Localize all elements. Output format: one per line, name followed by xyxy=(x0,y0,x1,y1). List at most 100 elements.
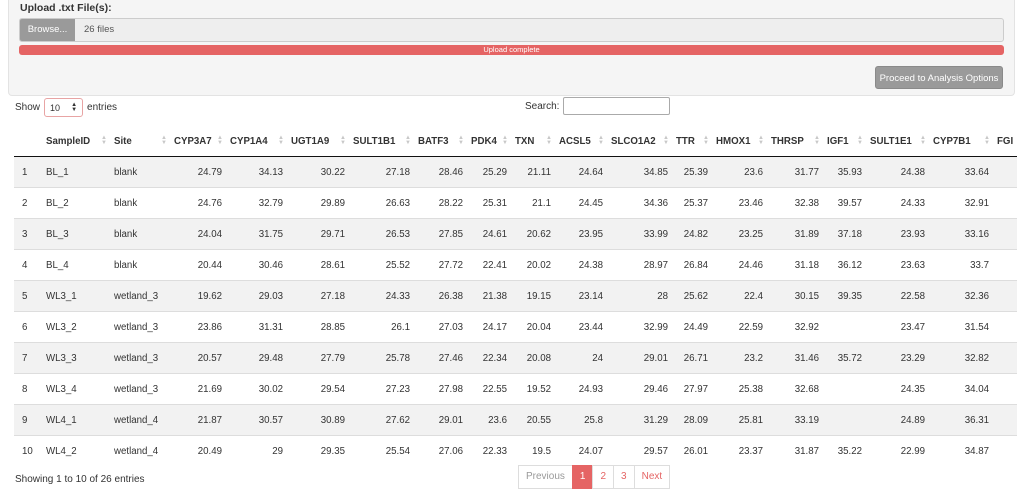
table-cell: 27.98 xyxy=(414,373,467,405)
sort-arrows-icon: ▲ ▼ xyxy=(546,135,552,146)
column-header[interactable]: BATF3 ▲ ▼ xyxy=(414,126,467,157)
column-header[interactable]: SampleID ▲ ▼ xyxy=(42,126,110,157)
table-cell xyxy=(823,404,866,436)
column-header[interactable]: Site ▲ ▼ xyxy=(110,126,170,157)
table-cell: 27.23 xyxy=(349,373,414,405)
column-header-label: Site xyxy=(114,135,132,147)
table-cell: 27.97 xyxy=(672,373,712,405)
table-cell: 25.81 xyxy=(712,404,767,436)
table-cell xyxy=(823,311,866,343)
sort-arrows-icon: ▲ ▼ xyxy=(663,135,669,146)
table-cell: 19.52 xyxy=(511,373,555,405)
table-cell: 35.22 xyxy=(823,435,866,466)
table-cell: 32.38 xyxy=(767,187,823,219)
table-row: 1 BL_1 blank 24.79 34.13 30.22 27.18 28.46 25.29… xyxy=(14,156,1018,188)
table-cell: WL3_3 xyxy=(42,342,110,374)
file-input[interactable]: Browse... 26 files xyxy=(19,18,1004,42)
table-cell: 37.18 xyxy=(823,218,866,250)
column-header[interactable]: IGF1 ▲ ▼ xyxy=(823,126,866,157)
column-header[interactable]: THRSP ▲ ▼ xyxy=(767,126,823,157)
table-cell: 32.99 xyxy=(607,311,672,343)
table-cell: 24.33 xyxy=(866,187,929,219)
table-cell: 24.64 xyxy=(555,156,607,188)
table-cell: 24.46 xyxy=(712,249,767,281)
table-cell: 27.62 xyxy=(349,404,414,436)
table-cell: 24.79 xyxy=(170,156,226,188)
table-cell: 36.12 xyxy=(823,249,866,281)
table-cell: 31.18 xyxy=(767,249,823,281)
column-header[interactable]: ACSL5 ▲ ▼ xyxy=(555,126,607,157)
browse-button[interactable]: Browse... xyxy=(20,19,75,41)
column-header[interactable]: UGT1A9 ▲ ▼ xyxy=(287,126,349,157)
table-cell: blank xyxy=(110,218,170,250)
table-info: Showing 1 to 10 of 26 entries xyxy=(15,474,145,485)
table-cell: 29.03 xyxy=(226,280,287,312)
column-header xyxy=(14,126,42,157)
column-header[interactable]: CYP1A4 ▲ ▼ xyxy=(226,126,287,157)
column-header-label: UGT1A9 xyxy=(291,135,330,147)
column-header[interactable]: SULT1E1 ▲ ▼ xyxy=(866,126,929,157)
table-cell: 24.04 xyxy=(170,218,226,250)
search-input[interactable] xyxy=(563,97,671,115)
table-cell: 25.78 xyxy=(349,342,414,374)
sort-arrows-icon: ▲ ▼ xyxy=(340,135,346,146)
column-header-label: FGI xyxy=(997,135,1014,147)
page-button[interactable]: 2 xyxy=(592,465,615,489)
table-cell: 30.46 xyxy=(226,249,287,281)
page-button[interactable]: 1 xyxy=(571,465,594,489)
page-button[interactable]: 3 xyxy=(613,465,635,489)
table-cell: WL3_2 xyxy=(42,311,110,343)
table-cell: BL_1 xyxy=(42,156,110,188)
table-cell xyxy=(993,373,1018,405)
table-cell: 23.14 xyxy=(555,280,607,312)
column-header-label: CYP1A4 xyxy=(230,135,268,147)
table-cell: 30.89 xyxy=(287,404,349,436)
table-cell: 25.37 xyxy=(672,187,712,219)
entries-select[interactable]: 10 ▲ ▼ xyxy=(44,98,84,117)
table-cell: 25.31 xyxy=(467,187,511,219)
table-cell: 2 xyxy=(14,187,42,219)
table-cell xyxy=(993,311,1018,343)
column-header[interactable]: CYP3A7 ▲ ▼ xyxy=(170,126,226,157)
table-cell: 32.79 xyxy=(226,187,287,219)
previous-page-button[interactable]: Previous xyxy=(518,465,573,489)
table-cell: 24.45 xyxy=(555,187,607,219)
column-header[interactable]: HMOX1 ▲ ▼ xyxy=(712,126,767,157)
table-cell: 20.55 xyxy=(511,404,555,436)
table-cell xyxy=(993,280,1018,312)
sort-arrows-icon: ▲ ▼ xyxy=(598,135,604,146)
sort-arrows-icon: ▲ ▼ xyxy=(703,135,709,146)
table-cell: 31.46 xyxy=(767,342,823,374)
table-cell: 20.57 xyxy=(170,342,226,374)
column-header[interactable]: TXN ▲ ▼ xyxy=(511,126,555,157)
table-cell: 22.41 xyxy=(467,249,511,281)
table-cell: 29.71 xyxy=(287,218,349,250)
column-header[interactable]: CYP7B1 ▲ ▼ xyxy=(929,126,993,157)
column-header[interactable]: SULT1B1 ▲ ▼ xyxy=(349,126,414,157)
table-cell: 30.15 xyxy=(767,280,823,312)
table-row: 7 WL3_3 wetland_3 20.57 29.48 27.79 25.78 27.46… xyxy=(14,342,1018,374)
table-cell: 34.87 xyxy=(929,435,993,466)
table-cell: 23.44 xyxy=(555,311,607,343)
table-row: 3 BL_3 blank 24.04 31.75 29.71 26.53 27.85 24.61… xyxy=(14,218,1018,250)
table-cell: 24.82 xyxy=(672,218,712,250)
table-cell: 32.92 xyxy=(767,311,823,343)
column-header-label: SampleID xyxy=(46,135,91,147)
table-cell: 34.04 xyxy=(929,373,993,405)
table-cell: blank xyxy=(110,187,170,219)
proceed-to-analysis-button[interactable]: Proceed to Analysis Options xyxy=(875,66,1003,89)
table-cell: 4 xyxy=(14,249,42,281)
next-page-button[interactable]: Next xyxy=(633,465,671,489)
table-cell: 28.85 xyxy=(287,311,349,343)
table-cell: 30.22 xyxy=(287,156,349,188)
table-row: 2 BL_2 blank 24.76 32.79 29.89 26.63 28.22 25.31… xyxy=(14,187,1018,219)
column-header[interactable]: TTR ▲ ▼ xyxy=(672,126,712,157)
sort-arrows-icon: ▲ ▼ xyxy=(857,135,863,146)
show-label: Show xyxy=(15,102,41,113)
table-cell: 23.86 xyxy=(170,311,226,343)
column-header[interactable]: SLCO1A2 ▲ ▼ xyxy=(607,126,672,157)
column-header[interactable]: PDK4 ▲ ▼ xyxy=(467,126,511,157)
table-cell: 10 xyxy=(14,435,42,466)
table-cell: 33.7 xyxy=(929,249,993,281)
table-cell: 29 xyxy=(226,435,287,466)
